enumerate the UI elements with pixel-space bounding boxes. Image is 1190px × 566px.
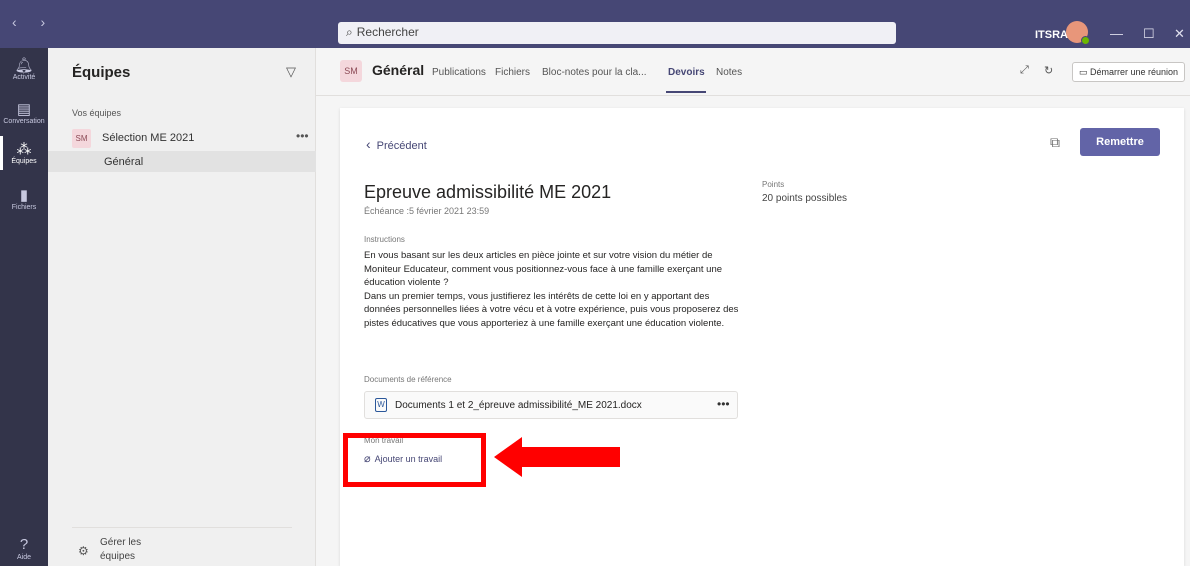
team-item[interactable]: SM Sélection ME 2021 ••• <box>72 129 316 149</box>
start-meeting-button[interactable]: ▭ Démarrer une réunion <box>1072 62 1186 82</box>
reference-docs-label: Documents de référence <box>364 375 452 384</box>
channel-header: SM Général Publications Fichiers Bloc-no… <box>316 48 1190 96</box>
filter-icon[interactable]: ▽ <box>286 64 296 80</box>
manage-teams-label: Gérer les équipes <box>100 537 142 562</box>
rail-item-files[interactable]: ▮ Fichiers <box>0 186 48 211</box>
channel-name: Général <box>104 156 144 168</box>
tab-bloc-notes[interactable]: Bloc-notes pour la cla... <box>542 67 647 78</box>
team-name: Sélection ME 2021 <box>102 132 195 144</box>
instructions-label: Instructions <box>364 235 405 244</box>
panel-title: Équipes <box>72 64 131 81</box>
avatar[interactable] <box>1066 21 1090 45</box>
points-value: 20 points possibles <box>762 193 848 204</box>
due-date: Échéance :5 février 2021 23:59 <box>364 206 490 216</box>
channel-badge: SM <box>340 60 362 82</box>
reference-doc-item[interactable]: W Documents 1 et 2_épreuve admissibilité… <box>364 391 738 419</box>
more-options-icon[interactable]: ••• <box>296 129 309 143</box>
expand-icon[interactable]: ⤢ <box>1020 64 1029 77</box>
rail-item-teams[interactable]: ⁂ Équipes <box>0 136 48 170</box>
rail-item-activity[interactable]: 🔔︎ Activité <box>0 56 48 81</box>
annotation-arrow <box>494 437 620 477</box>
tab-fichiers[interactable]: Fichiers <box>495 67 530 78</box>
back-button[interactable]: ‹ Précédent <box>366 136 427 152</box>
refresh-icon[interactable]: ↻ <box>1044 64 1053 77</box>
manage-teams-button[interactable]: ⚙ Gérer les équipes <box>72 527 292 562</box>
search-placeholder: Rechercher <box>356 25 419 39</box>
org-name: ITSRA <box>1035 29 1068 41</box>
tab-devoirs[interactable]: Devoirs <box>668 67 705 78</box>
team-badge: SM <box>72 129 91 148</box>
more-options-icon[interactable]: ••• <box>717 397 730 411</box>
tab-notes[interactable]: Notes <box>716 67 742 78</box>
minimize-icon[interactable]: — <box>1110 26 1123 41</box>
teams-panel: Équipes ▽ Vos équipes SM Sélection ME 20… <box>48 48 316 566</box>
app-rail: 🔔︎ Activité ▤ Conversation ⁂ Équipes ▮ F… <box>0 48 48 566</box>
rail-item-help[interactable]: ? Aide <box>0 536 48 561</box>
doc-name: Documents 1 et 2_épreuve admissibilité_M… <box>395 400 642 411</box>
gear-icon: ⚙ <box>78 544 89 558</box>
active-tab-indicator <box>666 91 706 93</box>
close-icon[interactable]: ✕ <box>1174 26 1185 42</box>
chat-icon: ▤ <box>16 101 32 118</box>
title-bar: ‹ › ⌕ Rechercher ITSRA — ☐ ✕ <box>0 0 1190 48</box>
submit-button[interactable]: Remettre <box>1080 128 1160 156</box>
points-label: Points <box>762 180 785 189</box>
rail-item-chat[interactable]: ▤ Conversation <box>0 100 48 125</box>
presence-icon <box>1081 36 1090 45</box>
chevron-left-icon: ‹ <box>366 136 371 152</box>
video-icon: ▭ <box>1079 67 1091 77</box>
search-icon: ⌕ <box>346 25 353 39</box>
assignment-title: Epreuve admissibilité ME 2021 <box>364 182 612 202</box>
teams-icon: ⁂ <box>16 141 32 158</box>
maximize-icon[interactable]: ☐ <box>1143 26 1155 42</box>
section-label: Vos équipes <box>72 108 122 118</box>
instructions-text: En vous basant sur les deux articles en … <box>364 250 739 329</box>
search-input[interactable]: ⌕ Rechercher <box>338 22 896 44</box>
immersive-reader-icon[interactable]: ⧉ <box>1050 134 1060 151</box>
tab-publications[interactable]: Publications <box>432 67 486 78</box>
help-icon: ? <box>19 536 29 553</box>
bell-icon: 🔔︎ <box>14 57 34 74</box>
assignment-card: ‹ Précédent ⧉ Remettre Epreuve admissibil… <box>340 108 1184 566</box>
back-forward-arrows[interactable]: ‹ › <box>12 14 55 30</box>
file-icon: ▮ <box>19 187 29 204</box>
channel-title: Général <box>372 62 425 78</box>
highlight-box <box>343 433 486 487</box>
channel-item-general[interactable]: Général <box>48 151 316 172</box>
word-doc-icon: W <box>375 398 387 412</box>
